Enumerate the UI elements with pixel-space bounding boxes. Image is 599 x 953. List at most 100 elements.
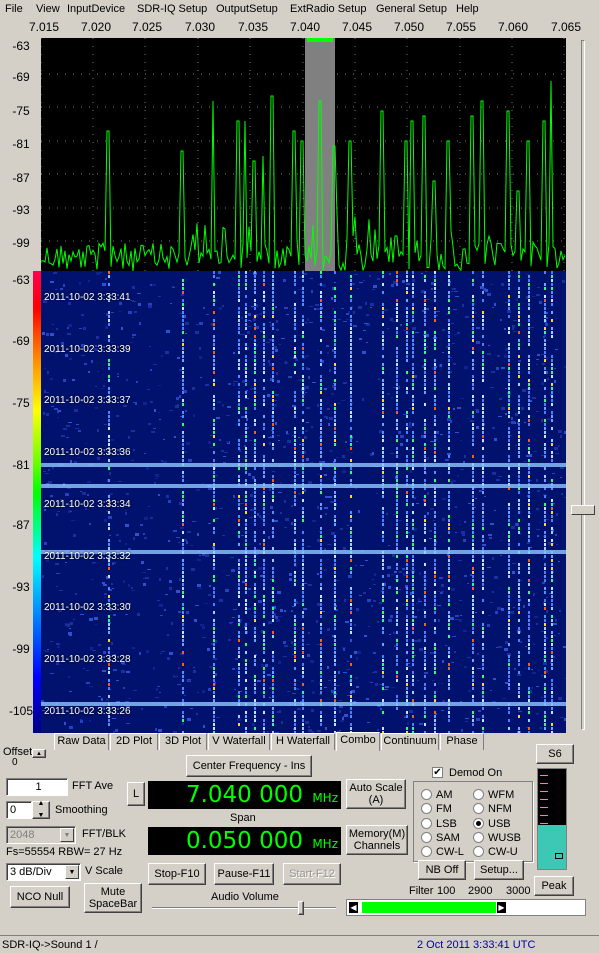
spectrum-db-tick: -99 [12,236,30,250]
spectrum-plot[interactable] [40,36,566,272]
freq-tick: 7.065 [550,20,582,34]
freq-tick: 7.050 [393,20,425,34]
tab-v-waterfall[interactable]: V Waterfall [208,733,270,750]
mode-lsb-radio[interactable]: LSB [421,818,457,830]
timestamp: 2011-10-02 3:33:30 [44,602,131,613]
timestamp: 2011-10-02 3:33:41 [44,292,131,303]
audio-volume-track[interactable] [152,907,336,909]
menu-general-setup[interactable]: General Setup [376,3,447,15]
dropdown-arrow-icon: ▼ [60,828,74,842]
vertical-slider-thumb[interactable] [571,505,595,515]
menu-inputdevice[interactable]: InputDevice [67,3,125,15]
filter-mid: 2900 [468,885,493,897]
mode-sam-radio[interactable]: SAM [421,832,460,844]
mode-cwl-radio[interactable]: CW-L [421,846,464,858]
vertical-slider-track[interactable] [581,40,585,730]
tab-2d-plot[interactable]: 2D Plot [110,733,158,750]
frequency-unit: MHz [312,791,338,805]
pause-button[interactable]: Pause-F11 [214,863,274,885]
menu-view[interactable]: View [36,3,60,15]
tab-3d-plot[interactable]: 3D Plot [159,733,207,750]
spectrum-svg [40,36,566,272]
fft-ave-input[interactable]: 1 [6,778,68,796]
start-button[interactable]: Start-F12 [283,863,341,885]
tab-combo[interactable]: Combo [336,732,380,751]
demod-checkbox[interactable]: ✔ [432,767,443,778]
audio-volume-thumb[interactable] [298,901,304,915]
spectrum-trace [40,80,566,272]
frequency-display[interactable]: 7.040 000 MHz [148,781,341,809]
spectrum-db-tick: -93 [12,203,30,217]
tab-raw-data[interactable]: Raw Data [54,733,109,750]
mode-nfm-radio[interactable]: NFM [473,803,512,815]
peak-button[interactable]: Peak [534,876,574,896]
tab-phase[interactable]: Phase [440,733,484,750]
status-device: SDR-IQ->Sound 1 / [2,939,98,951]
s-meter-level [538,825,566,869]
vscale-select[interactable]: 3 dB/Div ▼ [6,863,81,881]
s-meter-scale [540,775,548,776]
timestamp: 2011-10-02 3:33:26 [44,706,131,717]
timestamp: 2011-10-02 3:33:28 [44,654,131,665]
freq-tick: 7.040 [289,20,321,34]
filter-slider-left-icon[interactable]: ◀ [349,902,358,913]
mute-button[interactable]: Mute SpaceBar [84,883,142,913]
menu-sdr-iq-setup[interactable]: SDR-IQ Setup [137,3,207,15]
tab-continuum[interactable]: Continuum [381,733,439,750]
status-bar: SDR-IQ->Sound 1 / 2 Oct 2011 3:33:41 UTC [0,935,599,953]
filter-slider[interactable]: ◀ ▶ [346,899,586,916]
spectrum-db-tick: -63 [12,39,30,53]
stop-button[interactable]: Stop-F10 [148,863,206,885]
filter-passband [305,38,335,271]
tuning-marker[interactable] [307,36,333,42]
filter-slider-right-icon[interactable]: ▶ [497,902,506,913]
freq-tick: 7.020 [80,20,112,34]
spectrum-db-tick: -69 [12,70,30,84]
menu-help[interactable]: Help [456,3,479,15]
freq-tick: 7.025 [131,20,163,34]
auto-scale-button[interactable]: Auto Scale (A) [346,779,406,809]
nb-off-button[interactable]: NB Off [418,860,466,880]
freq-tick: 7.030 [184,20,216,34]
span-display[interactable]: 0.050 000 MHz [148,827,341,855]
mode-am-radio[interactable]: AM [421,789,453,801]
filter-label: Filter [409,885,434,897]
tab-h-waterfall[interactable]: H Waterfall [271,733,335,750]
s-meter-peak-marker [555,853,563,859]
memory-channels-button[interactable]: Memory(M) Channels [346,825,408,855]
nco-null-button[interactable]: NCO Null [10,886,70,908]
l-button[interactable]: L [127,782,145,806]
offset-spin-up-icon[interactable]: ▲ [32,749,46,758]
vscale-label: V Scale [85,865,123,877]
span-unit: MHz [312,837,338,851]
menu-bar: File View InputDevice SDR-IQ Setup Outpu… [0,0,599,18]
mode-wfm-radio[interactable]: WFM [473,789,514,801]
audio-volume-label: Audio Volume [211,891,279,903]
freq-tick: 7.015 [28,20,60,34]
setup-button[interactable]: Setup... [474,860,524,880]
fs-rbw-text: Fs=55554 RBW= 27 Hz [6,846,123,858]
timestamp: 2011-10-02 3:33:34 [44,499,131,510]
smoothing-spin-icon[interactable]: ▲ ▼ [32,800,50,819]
fft-blk-select[interactable]: 2048 ▼ [6,826,76,844]
smoothing-input[interactable]: 0 [6,801,32,819]
timestamp: 2011-10-02 3:33:32 [44,551,131,562]
fft-ave-label: FFT Ave [72,780,114,792]
filter-low: 100 [437,885,456,897]
smoothing-label: Smoothing [55,804,108,816]
mode-usb-radio[interactable]: USB [473,818,511,830]
span-label: Span [230,812,256,824]
waterfall-display[interactable]: 2011-10-02 3:33:41 2011-10-02 3:33:39 20… [41,271,566,733]
mode-cwu-radio[interactable]: CW-U [473,846,518,858]
demod-label: Demod On [449,767,503,779]
filter-slider-range[interactable] [362,902,496,913]
center-frequency-button[interactable]: Center Frequency - Ins [186,755,312,777]
freq-tick: 7.035 [237,20,269,34]
mode-wusb-radio[interactable]: WUSB [473,832,521,844]
frequency-value: 7.040 000 [185,782,303,808]
s-meter-button[interactable]: S6 [536,744,574,764]
menu-outputsetup[interactable]: OutputSetup [216,3,278,15]
mode-fm-radio[interactable]: FM [421,803,452,815]
menu-file[interactable]: File [5,3,23,15]
menu-extradio-setup[interactable]: ExtRadio Setup [290,3,366,15]
